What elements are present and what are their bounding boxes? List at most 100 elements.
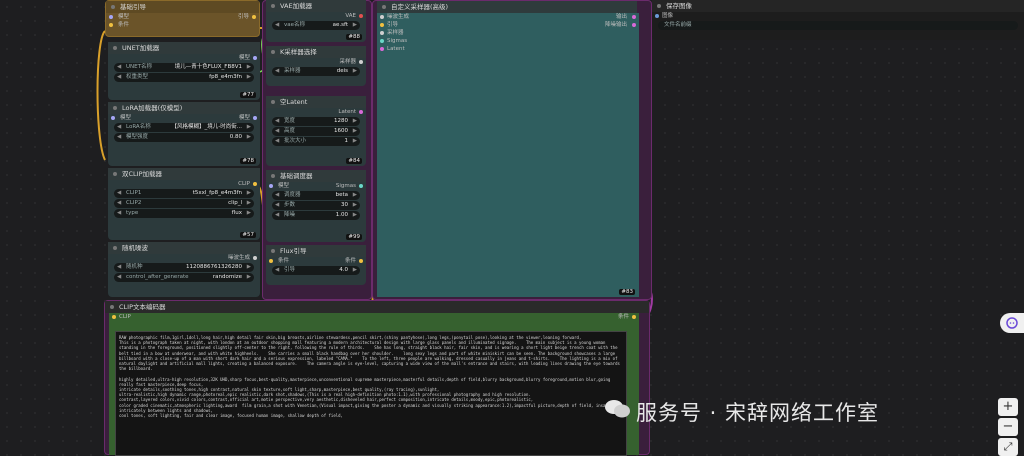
node-title[interactable]: CLIP文本编码器 xyxy=(105,301,649,313)
port-label: Latent xyxy=(387,46,405,52)
zoom-out-button[interactable]: − xyxy=(998,418,1018,436)
weight-dtype-field[interactable]: ◀ 权重类型 fp8_e4m3fn ▶ xyxy=(114,73,254,82)
port-dot[interactable] xyxy=(253,56,257,60)
node-vae-loader[interactable]: VAE加载器 VAE ◀ vae名称 ae.sft ▶ #88 xyxy=(266,0,366,42)
node-title[interactable]: 随机噪波 xyxy=(108,242,260,254)
clip1-field[interactable]: ◀ CLIP1 t5xxl_fp8_e4m3fn ▶ xyxy=(114,189,254,198)
port-dot[interactable] xyxy=(253,182,257,186)
node-flux-guidance[interactable]: Flux引导 条件 条件 ◀ 引导 4.0 ▶ xyxy=(266,245,366,285)
chat-bot-icon[interactable] xyxy=(1000,313,1024,333)
node-title[interactable]: 基础调度器 xyxy=(266,170,366,182)
node-lora-loader[interactable]: LoRA加载器(仅模型) 模型 模型 ◀ LoRA名称 【风格模糊】_境儿-时尚街..… xyxy=(108,102,260,166)
output-noise[interactable]: 噪波生成 xyxy=(108,254,260,262)
node-title[interactable]: K采样器选择 xyxy=(266,46,366,58)
port-dot[interactable] xyxy=(359,184,363,188)
node-ksampler-select[interactable]: K采样器选择 采样器 ◀ 采样器 deis ▶ xyxy=(266,46,366,86)
lora-name-field[interactable]: ◀ LoRA名称 【风格模糊】_境儿-时尚街... ▶ xyxy=(114,123,254,132)
port-dot[interactable] xyxy=(380,47,384,51)
port-dot[interactable] xyxy=(632,15,636,19)
node-title[interactable]: LoRA加载器(仅模型) xyxy=(108,102,260,114)
node-title[interactable]: 双CLIP加载器 xyxy=(108,168,260,180)
input-sigmas[interactable]: Sigmas xyxy=(377,37,639,45)
width-field[interactable]: ◀ 宽度 1280 ▶ xyxy=(272,117,360,126)
port-dot[interactable] xyxy=(359,14,363,18)
node-empty-latent[interactable]: 空Latent Latent ◀ 宽度 1280 ▶ ◀ 高度 1600 ▶ ◀ 批次大小 1 ▶… xyxy=(266,96,366,166)
clip2-field[interactable]: ◀ CLIP2 clip_l ▶ xyxy=(114,199,254,208)
node-save-image[interactable]: 保存图像 图像 文件名前缀 xyxy=(652,0,1024,40)
unet-name-field[interactable]: ◀ UNET名称 境儿—青十色FLUX_FB8V1 ▶ xyxy=(114,63,254,72)
input-condition[interactable]: 条件 xyxy=(106,21,259,29)
node-dual-clip-loader[interactable]: 双CLIP加载器 CLIP ◀ CLIP1 t5xxl_fp8_e4m3fn ▶ ◀ C… xyxy=(108,168,260,240)
denoise-field[interactable]: ◀ 降噪 1.00 ▶ xyxy=(272,211,360,220)
scheduler-ports[interactable]: 模型 Sigmas xyxy=(266,182,366,190)
node-title[interactable]: 保存图像 xyxy=(652,0,1024,12)
field-key: 随机种 xyxy=(126,264,143,270)
port-dot[interactable] xyxy=(655,14,659,18)
node-clip-text-encode[interactable]: CLIP文本编码器 CLIP 条件 RAW photographic film,1… xyxy=(104,300,650,456)
output-model[interactable]: 模型 xyxy=(108,54,260,62)
node-title[interactable]: UNET加载器 xyxy=(108,42,260,54)
port-dot[interactable] xyxy=(269,259,273,263)
input-latent[interactable]: Latent xyxy=(377,45,639,53)
port-dot[interactable] xyxy=(359,259,363,263)
output-vae[interactable]: VAE xyxy=(266,12,366,20)
port-dot[interactable] xyxy=(109,23,113,27)
input-guider[interactable]: 引导 降噪输出 xyxy=(377,21,639,29)
field-value: 境儿—青十色FLUX_FB8V1 xyxy=(174,64,242,70)
node-title[interactable]: 基础引导 xyxy=(106,1,259,13)
port-dot[interactable] xyxy=(380,23,384,27)
scheduler-field[interactable]: ◀ 调度器 beta ▶ xyxy=(272,191,360,200)
filename-prefix-field[interactable]: 文件名前缀 xyxy=(658,21,1018,30)
batch-size-field[interactable]: ◀ 批次大小 1 ▶ xyxy=(272,137,360,146)
vae-name-field[interactable]: ◀ vae名称 ae.sft ▶ xyxy=(272,21,360,30)
lora-model-port[interactable]: 模型 模型 xyxy=(108,114,260,122)
output-clip[interactable]: CLIP xyxy=(108,180,260,188)
seed-field[interactable]: ◀ 随机种 1120886761326280 ▶ xyxy=(114,263,254,272)
node-title[interactable]: 自定义采样器(高级) xyxy=(377,1,637,13)
port-dot[interactable] xyxy=(359,60,363,64)
watermark-text: 服务号 · 宋辞网络工作室 xyxy=(636,401,880,425)
sampler-name-field[interactable]: ◀ 采样器 deis ▶ xyxy=(272,67,360,76)
prompt-textarea[interactable]: RAW photographic film,1girl,1doll,long h… xyxy=(115,331,627,456)
node-unet-loader[interactable]: UNET加载器 模型 ◀ UNET名称 境儿—青十色FLUX_FB8V1 ▶ ◀ 权重类… xyxy=(108,42,260,100)
port-dot[interactable] xyxy=(632,23,636,27)
output-sampler[interactable]: 采样器 xyxy=(266,58,366,66)
input-model[interactable]: 模型 引导 xyxy=(106,13,259,21)
input-sampler[interactable]: 采样器 xyxy=(377,29,639,37)
output-latent[interactable]: Latent xyxy=(266,108,366,116)
node-title[interactable]: 空Latent xyxy=(266,96,366,108)
node-title[interactable]: VAE加载器 xyxy=(266,0,366,12)
node-basic-guide[interactable]: 基础引导 模型 引导 条件 xyxy=(105,0,260,37)
port-dot[interactable] xyxy=(111,116,115,120)
port-dot[interactable] xyxy=(253,116,257,120)
clip-type-field[interactable]: ◀ type flux ▶ xyxy=(114,209,254,218)
port-label: 条件 xyxy=(278,258,290,264)
port-dot[interactable] xyxy=(359,110,363,114)
node-custom-sampler-advanced[interactable]: 自定义采样器(高级) 噪波生成 输出 引导 降噪输出 采样器 Sigmas Late… xyxy=(372,0,652,300)
field-value: beta xyxy=(335,192,348,198)
clip-text-ports[interactable]: CLIP 条件 xyxy=(109,313,639,321)
port-dot[interactable] xyxy=(253,256,257,260)
port-dot[interactable] xyxy=(632,315,636,319)
guidance-field[interactable]: ◀ 引导 4.0 ▶ xyxy=(272,266,360,275)
height-field[interactable]: ◀ 高度 1600 ▶ xyxy=(272,127,360,136)
port-dot[interactable] xyxy=(380,31,384,35)
zoom-in-button[interactable]: + xyxy=(998,398,1018,416)
node-basic-scheduler[interactable]: 基础调度器 模型 Sigmas ◀ 调度器 beta ▶ ◀ 步数 30 ▶ ◀ 降噪 1.00 ▶… xyxy=(266,170,366,242)
steps-field[interactable]: ◀ 步数 30 ▶ xyxy=(272,201,360,210)
input-image[interactable]: 图像 xyxy=(652,12,1024,20)
node-title[interactable]: Flux引导 xyxy=(266,245,366,257)
port-dot[interactable] xyxy=(380,15,384,19)
port-dot[interactable] xyxy=(252,15,256,19)
lora-strength-field[interactable]: ◀ 模型强度 0.80 ▶ xyxy=(114,133,254,142)
port-dot[interactable] xyxy=(112,315,116,319)
field-key: type xyxy=(126,210,139,216)
flux-guide-ports[interactable]: 条件 条件 xyxy=(266,257,366,265)
fit-view-button[interactable]: ⤢ xyxy=(998,438,1018,456)
input-noise[interactable]: 噪波生成 输出 xyxy=(377,13,639,21)
port-dot[interactable] xyxy=(269,184,273,188)
port-dot[interactable] xyxy=(109,15,113,19)
port-dot[interactable] xyxy=(380,39,384,43)
node-random-noise[interactable]: 随机噪波 噪波生成 ◀ 随机种 1120886761326280 ▶ ◀ control… xyxy=(108,242,260,297)
control-after-generate-field[interactable]: ◀ control_after_generate randomize ▶ xyxy=(114,273,254,282)
